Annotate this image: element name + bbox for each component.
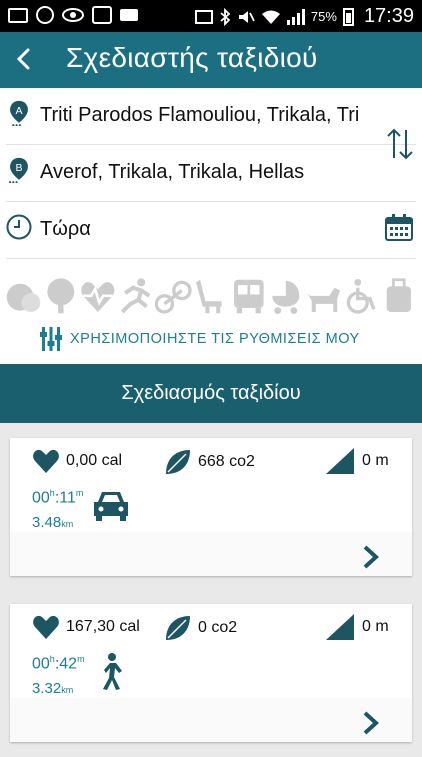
page-title: Σχεδιαστής ταξιδιού — [66, 42, 318, 73]
destination-row[interactable]: B Averof, Trikala, Trikala, Hellas — [0, 145, 422, 201]
origin-row[interactable]: A Triti Parodos Flamouliou, Trikala, Tri — [0, 88, 422, 144]
stroller-icon[interactable] — [267, 277, 305, 315]
co2-value: 668 co2 — [198, 453, 255, 470]
origin-marker-label: A — [15, 105, 23, 117]
wifi-icon — [261, 10, 280, 24]
co2-stat: 668 co2 — [164, 448, 255, 476]
video-notification-icon — [120, 9, 138, 21]
elevation-value: 0 m — [362, 452, 389, 469]
departure-time-field[interactable]: Τώρα — [40, 218, 382, 241]
leaf-icon — [166, 616, 190, 640]
destination-marker-icon: B — [9, 157, 28, 183]
mute-icon — [238, 10, 255, 23]
circle-notification-icon — [36, 6, 54, 24]
leaf-icon — [166, 450, 190, 474]
seat-icon[interactable] — [192, 277, 230, 315]
section-title: Σχεδιασμός ταξιδίου — [121, 382, 301, 404]
elevation-stat: 0 m — [326, 448, 389, 474]
money-icon[interactable] — [4, 277, 42, 315]
trip-form: A Triti Parodos Flamouliou, Trikala, Tri… — [0, 88, 422, 364]
calories-stat: 0,00 cal — [32, 448, 122, 474]
back-button[interactable] — [10, 44, 40, 74]
signal-icon — [286, 8, 305, 25]
elevation-icon — [326, 448, 354, 474]
heart-rate-icon[interactable] — [79, 277, 117, 315]
bike-icon[interactable] — [154, 277, 193, 315]
battery-icon — [342, 7, 354, 26]
clock-icon — [6, 214, 32, 240]
battery-percent: 75% — [310, 9, 337, 24]
system-icons: 75% 17:39 — [194, 5, 414, 28]
elevation-stat: 0 m — [326, 614, 389, 640]
duration: 00h:42m — [32, 654, 85, 673]
calories-stat: 167,30 cal — [32, 614, 140, 640]
distance-value: 3.32 — [32, 680, 62, 697]
use-my-settings-label: ΧΡΗΣΙΜΟΠΟΙΗΣΤΕ ΤΙΣ ΡΥΘΜΙΣΕΙΣ ΜΟΥ — [70, 331, 360, 347]
card-footer — [10, 698, 412, 742]
runner-icon[interactable] — [117, 277, 155, 315]
wheelchair-icon[interactable] — [343, 277, 381, 315]
bluetooth-icon — [220, 7, 231, 26]
cast-icon — [194, 9, 213, 24]
co2-stat: 0 co2 — [164, 614, 237, 642]
tree-icon[interactable] — [42, 277, 80, 315]
distance-value: 3.48 — [32, 514, 62, 531]
duration-minutes: :11 — [54, 489, 76, 507]
duration-minutes: :42 — [54, 655, 78, 673]
elevation-value: 0 m — [362, 618, 389, 635]
duration-hours: 00 — [32, 489, 50, 507]
distance-unit: km — [61, 685, 74, 695]
calories-value: 0,00 cal — [66, 452, 123, 469]
use-my-settings-link[interactable]: ΧΡΗΣΙΜΟΠΟΙΗΣΤΕ ΤΙΣ ΡΥΘΜΙΣΕΙΣ ΜΟΥ — [40, 326, 360, 352]
image-notification-icon — [8, 7, 28, 23]
route-result-card[interactable]: 167,30 cal 0 co2 0 m 00h:42m 3.32km — [10, 604, 412, 742]
calendar-icon[interactable] — [384, 214, 414, 242]
dog-icon[interactable] — [305, 277, 343, 315]
clock-time: 17:39 — [363, 5, 414, 27]
destination-input[interactable]: Averof, Trikala, Trikala, Hellas — [40, 161, 382, 184]
notification-icons — [8, 6, 138, 24]
heart-icon — [33, 449, 59, 473]
heart-icon — [33, 615, 59, 639]
distance: 3.32km — [32, 680, 73, 697]
origin-input[interactable]: Triti Parodos Flamouliou, Trikala, Tri — [40, 104, 382, 127]
distance-unit: km — [61, 519, 74, 529]
bus-icon[interactable] — [230, 277, 268, 315]
eye-notification-icon — [62, 8, 84, 22]
minutes-unit: m — [77, 654, 85, 664]
status-bar: 75% 17:39 — [0, 0, 422, 32]
elevation-icon — [326, 614, 354, 640]
destination-marker-label: B — [15, 162, 22, 174]
walking-icon — [103, 653, 122, 690]
app-notification-icon — [92, 6, 112, 24]
chevron-right-icon[interactable] — [360, 544, 382, 570]
luggage-icon[interactable] — [380, 277, 418, 315]
app-header: Σχεδιαστής ταξιδιού — [0, 32, 422, 88]
duration: 00h:11m — [32, 488, 83, 507]
accessibility-profiles — [0, 274, 422, 318]
card-footer — [10, 532, 412, 576]
route-result-card[interactable]: 0,00 cal 668 co2 0 m 00h:11m 3.48km — [10, 438, 412, 576]
co2-value: 0 co2 — [198, 619, 238, 636]
time-row[interactable]: Τώρα — [0, 202, 422, 258]
chevron-right-icon[interactable] — [360, 710, 382, 736]
minutes-unit: m — [75, 488, 84, 498]
calories-value: 167,30 cal — [66, 618, 140, 635]
sliders-icon — [40, 327, 62, 351]
origin-marker-icon: A — [10, 100, 28, 126]
trip-planning-header: Σχεδιασμός ταξιδίου — [0, 364, 422, 423]
distance: 3.48km — [32, 514, 73, 531]
swap-locations-button[interactable] — [386, 126, 414, 162]
car-icon — [94, 492, 128, 521]
divider — [6, 258, 416, 259]
duration-hours: 00 — [32, 655, 50, 673]
